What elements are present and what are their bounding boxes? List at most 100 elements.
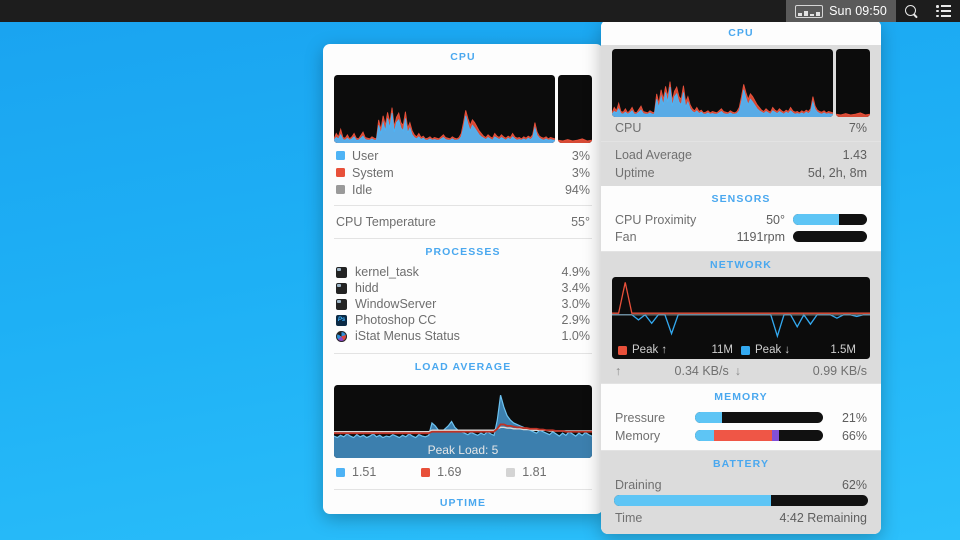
upload-swatch [618,345,627,355]
list-item[interactable]: iStat Menus Status 1.0% [323,328,603,344]
processes-list: kernel_task 4.9% hidd 3.4% WindowServer … [323,264,603,344]
memory-row-pressure: Pressure 21% [601,409,881,427]
network-legend-label: Peak ↑ [632,344,668,356]
cpu-temperature-label: CPU Temperature [336,215,436,229]
battery-percent: 62% [841,477,867,492]
upload-rate: 0.34 KB/s [674,363,729,378]
cpu-legend-row-user: User 3% [323,147,603,164]
download-rate: 0.99 KB/s [812,363,867,378]
list-item[interactable]: hidd 3.4% [323,280,603,296]
control-center-icon [936,5,951,17]
right-cpu-body: CPU 7% Load Average 1.43 Uptime 5d, 2h, … [601,45,881,186]
load-15m-value: 1.81 [522,465,547,479]
istat-menus-icon [336,330,347,342]
network-legend-up: Peak ↑ 11M [618,344,741,356]
battery-bar [614,494,868,506]
process-name: hidd [355,281,379,295]
uptime-label: Uptime [615,166,655,180]
memory-label: Pressure [615,410,666,425]
load-average-row: Load Average 1.43 [601,142,881,164]
spotlight-search-button[interactable] [896,0,927,22]
istat-cpu-panel: CPU User 3% System 3% Idle 94% CPU Tempe… [323,44,603,514]
load-15m-swatch [506,467,516,477]
right-cpu-header: CPU [601,20,881,45]
user-swatch [336,151,345,160]
process-name: WindowServer [355,297,437,311]
network-graph-area: Peak ↑ 11M Peak ↓ 1.5M [601,276,881,361]
processes-section-title: PROCESSES [425,246,501,258]
terminal-icon [336,298,347,310]
sensor-label: Fan [615,229,637,244]
list-item[interactable]: WindowServer 3.0% [323,296,603,312]
cpu-legend-row-idle: Idle 94% [323,181,603,198]
sensor-row-fan: Fan 1191rpm [601,228,881,251]
load-1m-swatch [336,467,345,477]
menu-bar: Sun 09:50 [0,0,960,22]
right-cpu-graph-area [601,45,881,119]
terminal-icon [336,282,347,294]
process-value: 3.0% [561,297,591,311]
memory-usage-bar [695,430,823,441]
load-average-label: Load Average [615,148,692,162]
sensors-section-title: SENSORS [711,193,771,205]
terminal-icon [336,266,347,278]
process-name: Photoshop CC [355,313,437,327]
process-value: 1.0% [561,329,591,343]
network-legend-label: Peak ↓ [755,344,791,356]
memory-label: Memory [615,428,661,443]
memory-row-memory: Memory 66% [601,427,881,450]
load-5m-swatch [421,467,431,477]
network-chart: Peak ↑ 11M Peak ↓ 1.5M [612,276,870,359]
right-cpu-value: 7% [848,121,867,135]
uptime-value: 5d, 2h, 8m [807,166,867,180]
battery-time-row: Time 4:42 Remaining [601,509,881,527]
battery-section-title: BATTERY [712,457,770,470]
istat-overview-panel: CPU CPU 7% Load Average 1.43 Uptime 5d, … [601,20,881,534]
process-value: 2.9% [561,313,591,327]
load-average-graph-area: Peak Load: 5 [323,379,603,460]
menubar-clock[interactable]: Sun 09:50 [829,4,887,18]
photoshop-icon [336,314,347,326]
cpu-legend-label: Idle [352,182,373,197]
list-item[interactable]: kernel_task 4.9% [323,264,603,280]
memory-section: MEMORY Pressure 21% Memory 66% [601,383,881,450]
network-section-title: NETWORK [710,258,772,271]
load-1m-value: 1.51 [352,465,377,479]
load-5m-value: 1.69 [437,465,462,479]
load-average-section-title: LOAD AVERAGE [414,361,512,373]
network-legend-value: 11M [711,344,733,356]
control-center-button[interactable] [927,0,960,22]
idle-swatch [336,185,345,194]
cpu-cores-chart [836,49,870,117]
search-icon [905,4,918,18]
uptime-row: Uptime 5d, 2h, 8m [601,164,881,186]
network-section: NETWORK Peak ↑ 11M Peak ↓ 1.5M ↑ 0.34 KB… [601,251,881,383]
battery-section: BATTERY Draining 62% Time 4:42 Remaining [601,450,881,534]
cpu-history-icon [795,4,824,18]
cpu-legend-value: 94% [564,182,590,197]
uptime-section-title: UPTIME [439,497,487,509]
list-item[interactable]: Photoshop CC 2.9% [323,312,603,328]
memory-section-title: MEMORY [714,390,768,403]
memory-pressure-bar [695,412,823,423]
battery-bar-area [601,494,881,509]
right-cpu-section-title: CPU [728,27,754,39]
sensor-label: CPU Proximity [615,212,697,227]
process-value: 3.4% [561,281,591,295]
sensor-value: 1191rpm [736,229,785,244]
memory-value: 21% [841,410,867,425]
cpu-legend-list: User 3% System 3% Idle 94% [323,147,603,198]
upload-arrow-icon: ↑ [615,363,622,378]
cpu-legend-label: System [352,165,394,180]
cpu-temperature-row: CPU Temperature 55° [323,206,603,238]
cpu-legend-value: 3% [571,148,590,163]
cpu-temperature-value: 55° [571,215,590,229]
load-average-value: 1.43 [842,148,867,162]
process-name: kernel_task [355,265,419,279]
cpu-legend-row-system: System 3% [323,164,603,181]
left-cpu-section-title: CPU [450,51,476,63]
sensor-bar [793,214,867,225]
memory-value: 66% [841,428,867,443]
battery-time-label: Time [615,510,643,525]
istat-menus-menubar-item[interactable]: Sun 09:50 [786,0,896,22]
